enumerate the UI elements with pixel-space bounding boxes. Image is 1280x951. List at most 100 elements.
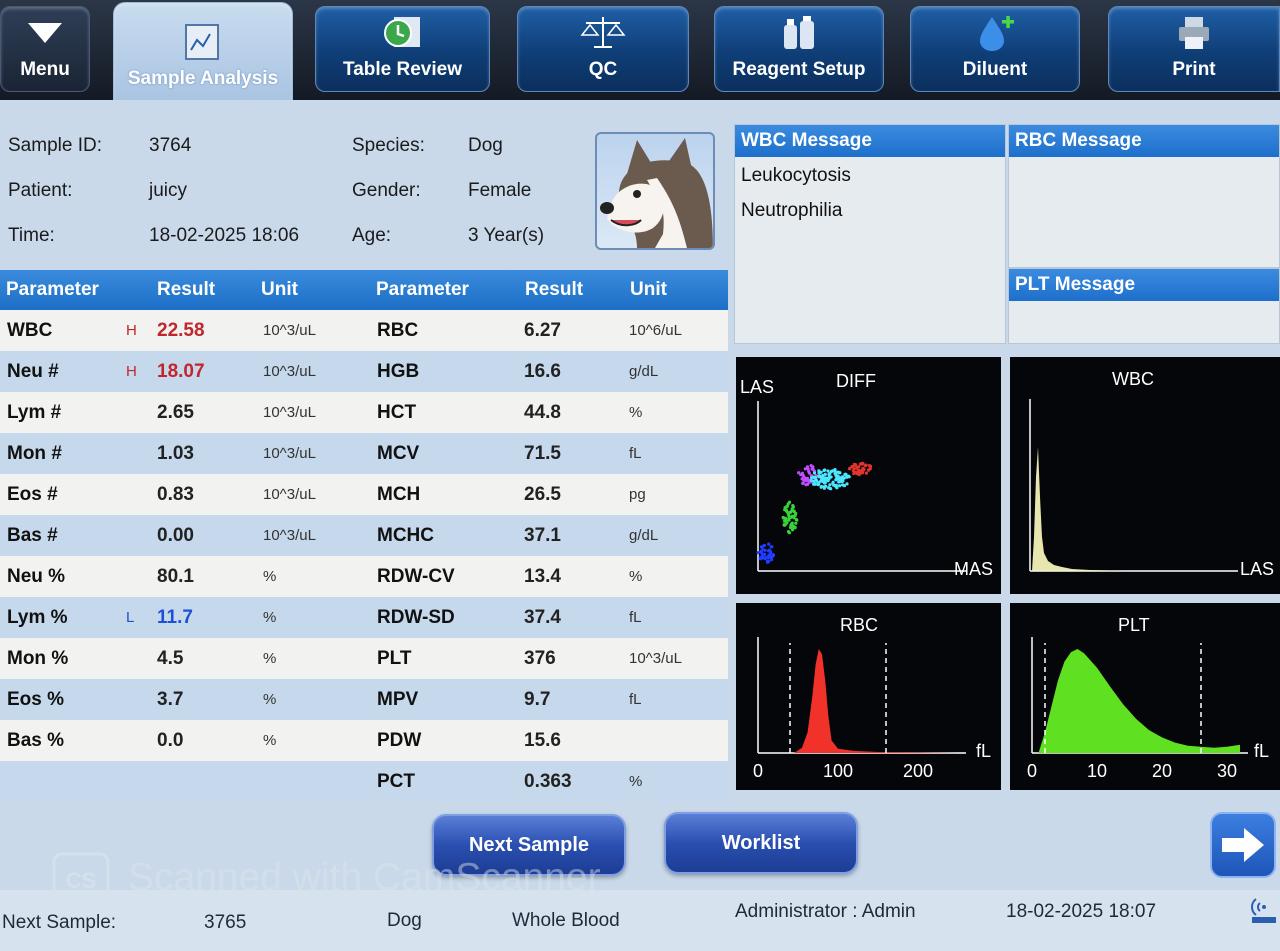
result-flag: L (126, 609, 135, 626)
tab-sample-analysis[interactable]: Sample Analysis (113, 2, 293, 100)
parameter-unit: % (263, 609, 277, 626)
header-unit-left: Unit (261, 279, 298, 300)
diff-point (812, 479, 816, 483)
parameter-result: 1.03 (157, 443, 194, 464)
parameter-name: HGB (377, 361, 420, 382)
age-value: 3 Year(s) (468, 225, 545, 246)
parameter-unit: 10^3/uL (263, 404, 316, 421)
logged-in-user: Administrator : Admin (735, 901, 916, 922)
parameter-unit: % (629, 568, 643, 585)
diff-point (819, 484, 823, 489)
parameter-name: RDW-SD (377, 607, 455, 628)
diff-point (769, 545, 773, 549)
next-sample-label: Next Sample: (2, 912, 117, 933)
parameter-unit: 10^6/uL (629, 322, 682, 339)
result-flag: H (126, 363, 137, 380)
next-sample-button[interactable]: Next Sample (432, 814, 626, 876)
results-table-header: Parameter Result Unit Parameter Result U… (0, 270, 728, 310)
patient-info-panel: Sample ID: 3764 Patient: juicy Time: 18-… (0, 108, 728, 268)
diff-point (770, 555, 774, 559)
parameter-unit: % (263, 568, 277, 585)
patient-label: Patient: (8, 180, 73, 201)
tab-diluent[interactable]: Diluent (910, 6, 1080, 92)
diff-scatterplot: DIFF LAS MAS (736, 357, 1001, 594)
parameter-unit: g/dL (629, 527, 659, 544)
next-sample-button-label: Next Sample (468, 833, 590, 856)
parameter-result: 22.58 (157, 320, 205, 341)
parameter-name: Mon # (7, 443, 62, 464)
rbc-message-title: RBC Message (1009, 125, 1279, 157)
diff-point (861, 467, 865, 471)
parameter-unit: % (263, 732, 277, 749)
sample-id-value: 3764 (149, 135, 192, 156)
diff-point (794, 517, 798, 522)
diff-point (790, 521, 794, 525)
next-sample-type: Whole Blood (512, 910, 620, 931)
diff-point (811, 475, 815, 479)
diff-point (787, 531, 791, 535)
parameter-result: 18.07 (157, 361, 205, 382)
parameter-name: Lym % (7, 607, 68, 628)
diff-cluster (756, 542, 776, 564)
result-flag: H (126, 322, 137, 339)
parameter-name: RDW-CV (377, 566, 455, 587)
scale-icon (580, 17, 626, 48)
worklist-button[interactable]: Worklist (664, 812, 858, 874)
droplet-plus-icon (980, 16, 1014, 51)
parameter-result: 9.7 (524, 689, 551, 710)
diff-point (758, 556, 762, 560)
parameter-result: 26.5 (524, 484, 561, 505)
header-unit-right: Unit (630, 279, 667, 300)
parameter-result: 2.65 (157, 402, 194, 423)
diff-point (837, 479, 841, 484)
rbc-histogram: 0 100 200 RBC fL (736, 603, 1001, 790)
diff-point (763, 548, 767, 552)
print-button[interactable]: Print (1108, 6, 1280, 92)
diff-point (836, 470, 840, 474)
diff-point (855, 471, 859, 475)
table-row: WBC H 22.58 10^3/uL RBC 6.27 10^6/uL (0, 310, 728, 351)
parameter-unit: g/dL (629, 363, 659, 380)
next-sample-id: 3765 (204, 912, 247, 933)
parameter-unit: 10^3/uL (629, 650, 682, 667)
diff-point (786, 502, 790, 506)
diff-point (792, 524, 796, 528)
time-value: 18-02-2025 18:06 (149, 225, 300, 246)
parameter-unit: % (263, 691, 277, 708)
diff-point (844, 472, 848, 477)
tab-table-review[interactable]: Table Review (315, 6, 490, 92)
diff-point (823, 481, 827, 485)
diff-point (831, 480, 835, 484)
species-label: Species: (352, 135, 425, 156)
tab-qc[interactable]: QC (517, 6, 689, 92)
rbc-hist-tick-label: 0 (753, 761, 763, 781)
parameter-name: Eos % (7, 689, 65, 710)
parameter-name: PLT (377, 648, 412, 669)
parameter-name: PCT (377, 771, 415, 792)
parameter-unit: 10^3/uL (263, 486, 316, 503)
parameter-unit: fL (629, 609, 642, 626)
diff-point (860, 471, 865, 475)
diff-point (823, 476, 827, 480)
diff-point (816, 483, 820, 487)
diff-point (822, 468, 826, 473)
parameter-name: HCT (377, 402, 417, 423)
diff-point (763, 552, 767, 556)
printer-icon (1179, 17, 1209, 49)
plt-histogram: 0 10 20 30 PLT fL (1010, 603, 1280, 790)
next-page-button[interactable] (1210, 812, 1276, 878)
wbc-hist-area (1032, 447, 1130, 571)
rbc-hist-tick-label: 100 (823, 761, 853, 781)
sample-analysis-label: Sample Analysis (127, 68, 279, 89)
parameter-unit: fL (629, 691, 642, 708)
age-label: Age: (352, 225, 392, 246)
diff-point (852, 471, 856, 476)
parameter-result: 0.00 (157, 525, 194, 546)
tab-reagent-setup[interactable]: Reagent Setup (714, 6, 884, 92)
diff-point (841, 483, 845, 487)
table-row: Lym # 2.65 10^3/uL HCT 44.8% (0, 392, 728, 433)
diff-point (819, 478, 824, 482)
diff-title: DIFF (836, 371, 876, 391)
menu-button[interactable]: Menu (0, 6, 90, 92)
top-toolbar: Menu Sample Analysis Table Review QC Rea… (0, 0, 1280, 100)
